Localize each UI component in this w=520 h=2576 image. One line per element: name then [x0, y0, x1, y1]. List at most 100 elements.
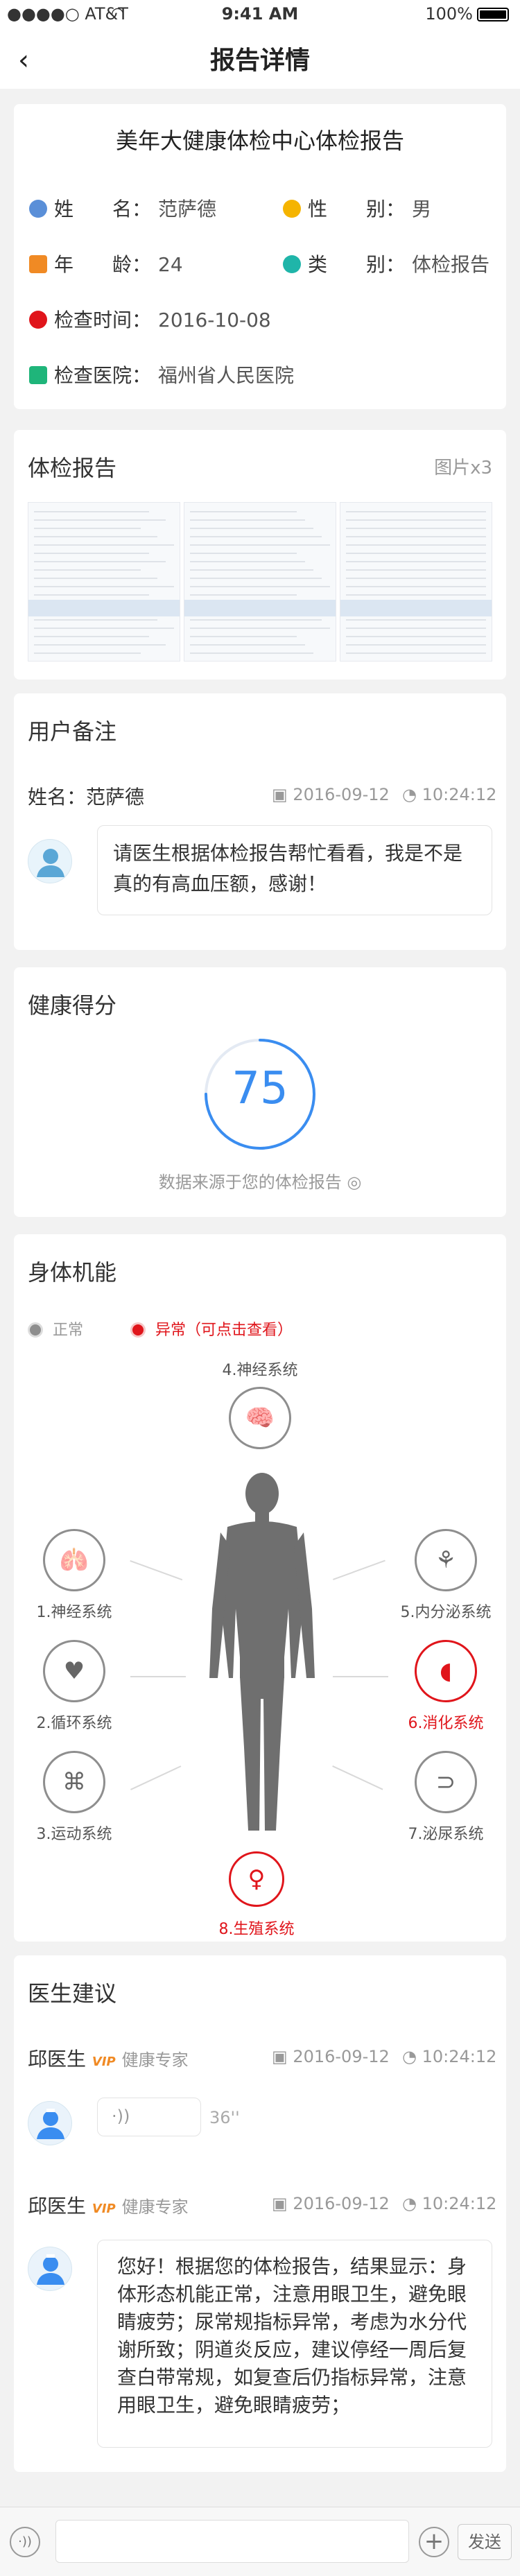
- report-highlight: [184, 600, 336, 608]
- doctor-name: 邱医生 VIP 健康专家: [28, 2048, 189, 2071]
- age-row: 年 龄： 24: [29, 250, 183, 277]
- report-line: [346, 619, 486, 621]
- system-label: 7.泌尿系统: [408, 1826, 484, 1843]
- report-line: [346, 644, 486, 646]
- report-line: [190, 628, 330, 629]
- clock-icon: ◔: [402, 2194, 422, 2213]
- report-line: [34, 636, 149, 637]
- name-row: 姓 名： 范萨德: [29, 194, 216, 222]
- pancreas-icon[interactable]: ⚘: [415, 1529, 477, 1591]
- report-line: [190, 569, 313, 571]
- report-highlight: [340, 608, 492, 616]
- heart-icon[interactable]: ♥: [43, 1640, 105, 1702]
- eye-icon: ◎: [347, 1173, 362, 1192]
- report-line: [34, 619, 157, 621]
- body-function-title: 身体机能: [28, 1259, 117, 1286]
- name-value: 范萨德: [158, 198, 217, 221]
- report-line: [346, 578, 486, 579]
- legend-abnormal: 异常（可点击查看）: [130, 1317, 293, 1340]
- vip-badge: VIP: [92, 2055, 116, 2069]
- report-info-card: 美年大健康体检中心体检报告 姓 名： 范萨德 性 别：男 年 龄： 24 类 别：体…: [14, 104, 506, 409]
- report-image-1[interactable]: [28, 502, 180, 662]
- body-function-card: 身体机能 正常 异常（可点击查看） 🧠 4.神经系统 🫁 1.神经系统 ⚘ 5.…: [14, 1234, 506, 1942]
- voice-message[interactable]: ·)): [97, 2098, 201, 2136]
- voice-icon: ·)): [112, 2107, 130, 2126]
- legend-normal: 正常: [28, 1317, 83, 1340]
- calendar-icon: ▣: [272, 2194, 293, 2213]
- report-image-2[interactable]: [184, 502, 336, 662]
- report-line: [34, 553, 149, 554]
- spoke-line: [130, 1676, 186, 1677]
- hospital-value: 福州省人民医院: [158, 364, 295, 387]
- report-line: [346, 544, 486, 546]
- status-bar: ●●●●○ AT&T ◠ 9:41 AM 100%: [0, 0, 520, 28]
- doctor-avatar: [28, 2247, 72, 2291]
- exam-report-title: 体检报告: [28, 455, 117, 481]
- report-line: [346, 569, 486, 571]
- clock-icon: [29, 311, 47, 329]
- gender-row: 性 别：男: [283, 194, 431, 222]
- report-line: [34, 519, 166, 521]
- report-line: [34, 569, 141, 571]
- abnormal-dot-icon: [130, 1322, 146, 1338]
- normal-dot-icon: [28, 1322, 43, 1338]
- note-date: ▣ 2016-09-12: [272, 785, 390, 804]
- report-line: [190, 644, 305, 646]
- brain-icon[interactable]: 🧠: [229, 1387, 291, 1449]
- report-line: [190, 536, 322, 537]
- system-label: 3.运动系统: [36, 1826, 112, 1843]
- person-icon: [29, 200, 47, 218]
- lungs-icon[interactable]: 🫁: [43, 1529, 105, 1591]
- report-line: [34, 511, 149, 512]
- voice-toggle-icon[interactable]: ·)): [10, 2527, 40, 2557]
- report-highlight: [340, 600, 492, 608]
- report-line: [190, 578, 322, 579]
- stomach-icon[interactable]: ◖: [415, 1640, 477, 1702]
- gender-icon: [283, 200, 301, 218]
- advice-date: ▣ 2016-09-12: [272, 2047, 390, 2066]
- doctor-role: 健康专家: [121, 2050, 189, 2070]
- doctor-role: 健康专家: [121, 2197, 189, 2217]
- input-bar: ·)) + 发送: [0, 2507, 520, 2576]
- system-label: 2.循环系统: [36, 1715, 112, 1732]
- score-value: 75: [232, 1063, 288, 1114]
- report-image-3[interactable]: [340, 502, 492, 662]
- advice-message: 您好！根据您的体检报告，结果显示：身体形态机能正常，注意用眼卫生，避免眼睛疲劳；…: [97, 2240, 492, 2448]
- battery-percent: 100%: [425, 4, 473, 24]
- report-line: [34, 528, 141, 529]
- hospital-icon: [29, 366, 47, 384]
- report-line: [346, 561, 486, 562]
- spoke-line: [333, 1676, 388, 1677]
- report-line: [190, 594, 297, 596]
- report-line: [346, 628, 486, 629]
- report-line: [346, 553, 486, 554]
- report-highlight: [28, 600, 180, 608]
- report-line: [190, 652, 313, 654]
- report-line: [34, 652, 141, 654]
- message-input[interactable]: [55, 2520, 409, 2563]
- note-time: ◔ 10:24:12: [402, 785, 497, 804]
- type-row: 类 别： 体检报告: [283, 250, 489, 277]
- spoke-line: [130, 1560, 183, 1581]
- plus-icon[interactable]: +: [419, 2527, 449, 2557]
- kidney-icon[interactable]: ⊃: [415, 1751, 477, 1813]
- calendar-icon: ▣: [272, 2047, 293, 2066]
- spoke-line: [332, 1765, 383, 1790]
- report-line: [34, 578, 157, 579]
- report-line: [34, 544, 174, 546]
- hospital-row: 检查医院： 福州省人民医院: [29, 361, 294, 388]
- bone-icon[interactable]: ⌘: [43, 1751, 105, 1813]
- user-avatar: [28, 839, 72, 883]
- report-line: [34, 561, 166, 562]
- report-line: [190, 511, 297, 512]
- reproductive-icon[interactable]: ♀: [229, 1851, 284, 1907]
- report-highlight: [184, 608, 336, 616]
- user-note-card: 用户备注 姓名：范萨德 ▣ 2016-09-12 ◔ 10:24:12 请医生根…: [14, 693, 506, 950]
- health-score-card: 健康得分 75 数据来源于您的体检报告 ◎: [14, 967, 506, 1217]
- send-button[interactable]: 发送: [458, 2524, 512, 2560]
- report-line: [346, 528, 486, 529]
- report-line: [190, 561, 305, 562]
- report-line: [190, 519, 305, 521]
- system-label: 5.内分泌系统: [400, 1604, 492, 1621]
- report-line: [190, 544, 330, 546]
